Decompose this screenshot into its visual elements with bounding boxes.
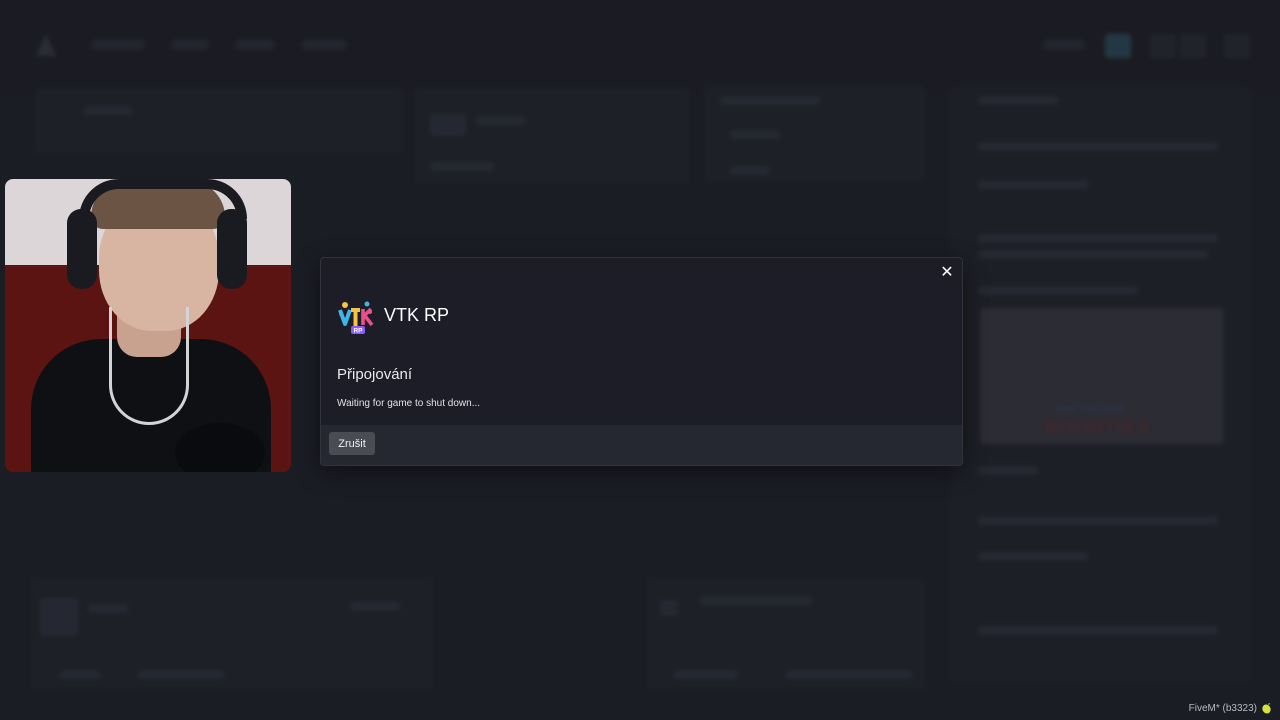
logo-subtext: RP [353, 328, 363, 335]
cancel-button[interactable]: Zrušit [329, 432, 375, 455]
version-label: FiveM* (b3323) [1189, 703, 1272, 714]
version-text: FiveM* (b3323) [1188, 703, 1257, 714]
dialog-footer: Zrušit [321, 425, 962, 465]
connecting-dialog: ✕ RP VTK RP Připojování Waiting for game… [320, 257, 963, 466]
connection-status: Waiting for game to shut down... [337, 398, 481, 409]
close-button[interactable]: ✕ [933, 258, 961, 283]
webcam-overlay [5, 179, 291, 472]
vtk-rp-logo-icon: RP [338, 301, 374, 335]
dialog-heading: Připojování [337, 366, 413, 383]
server-name: VTK RP [384, 305, 450, 325]
lemon-icon [1262, 703, 1271, 714]
